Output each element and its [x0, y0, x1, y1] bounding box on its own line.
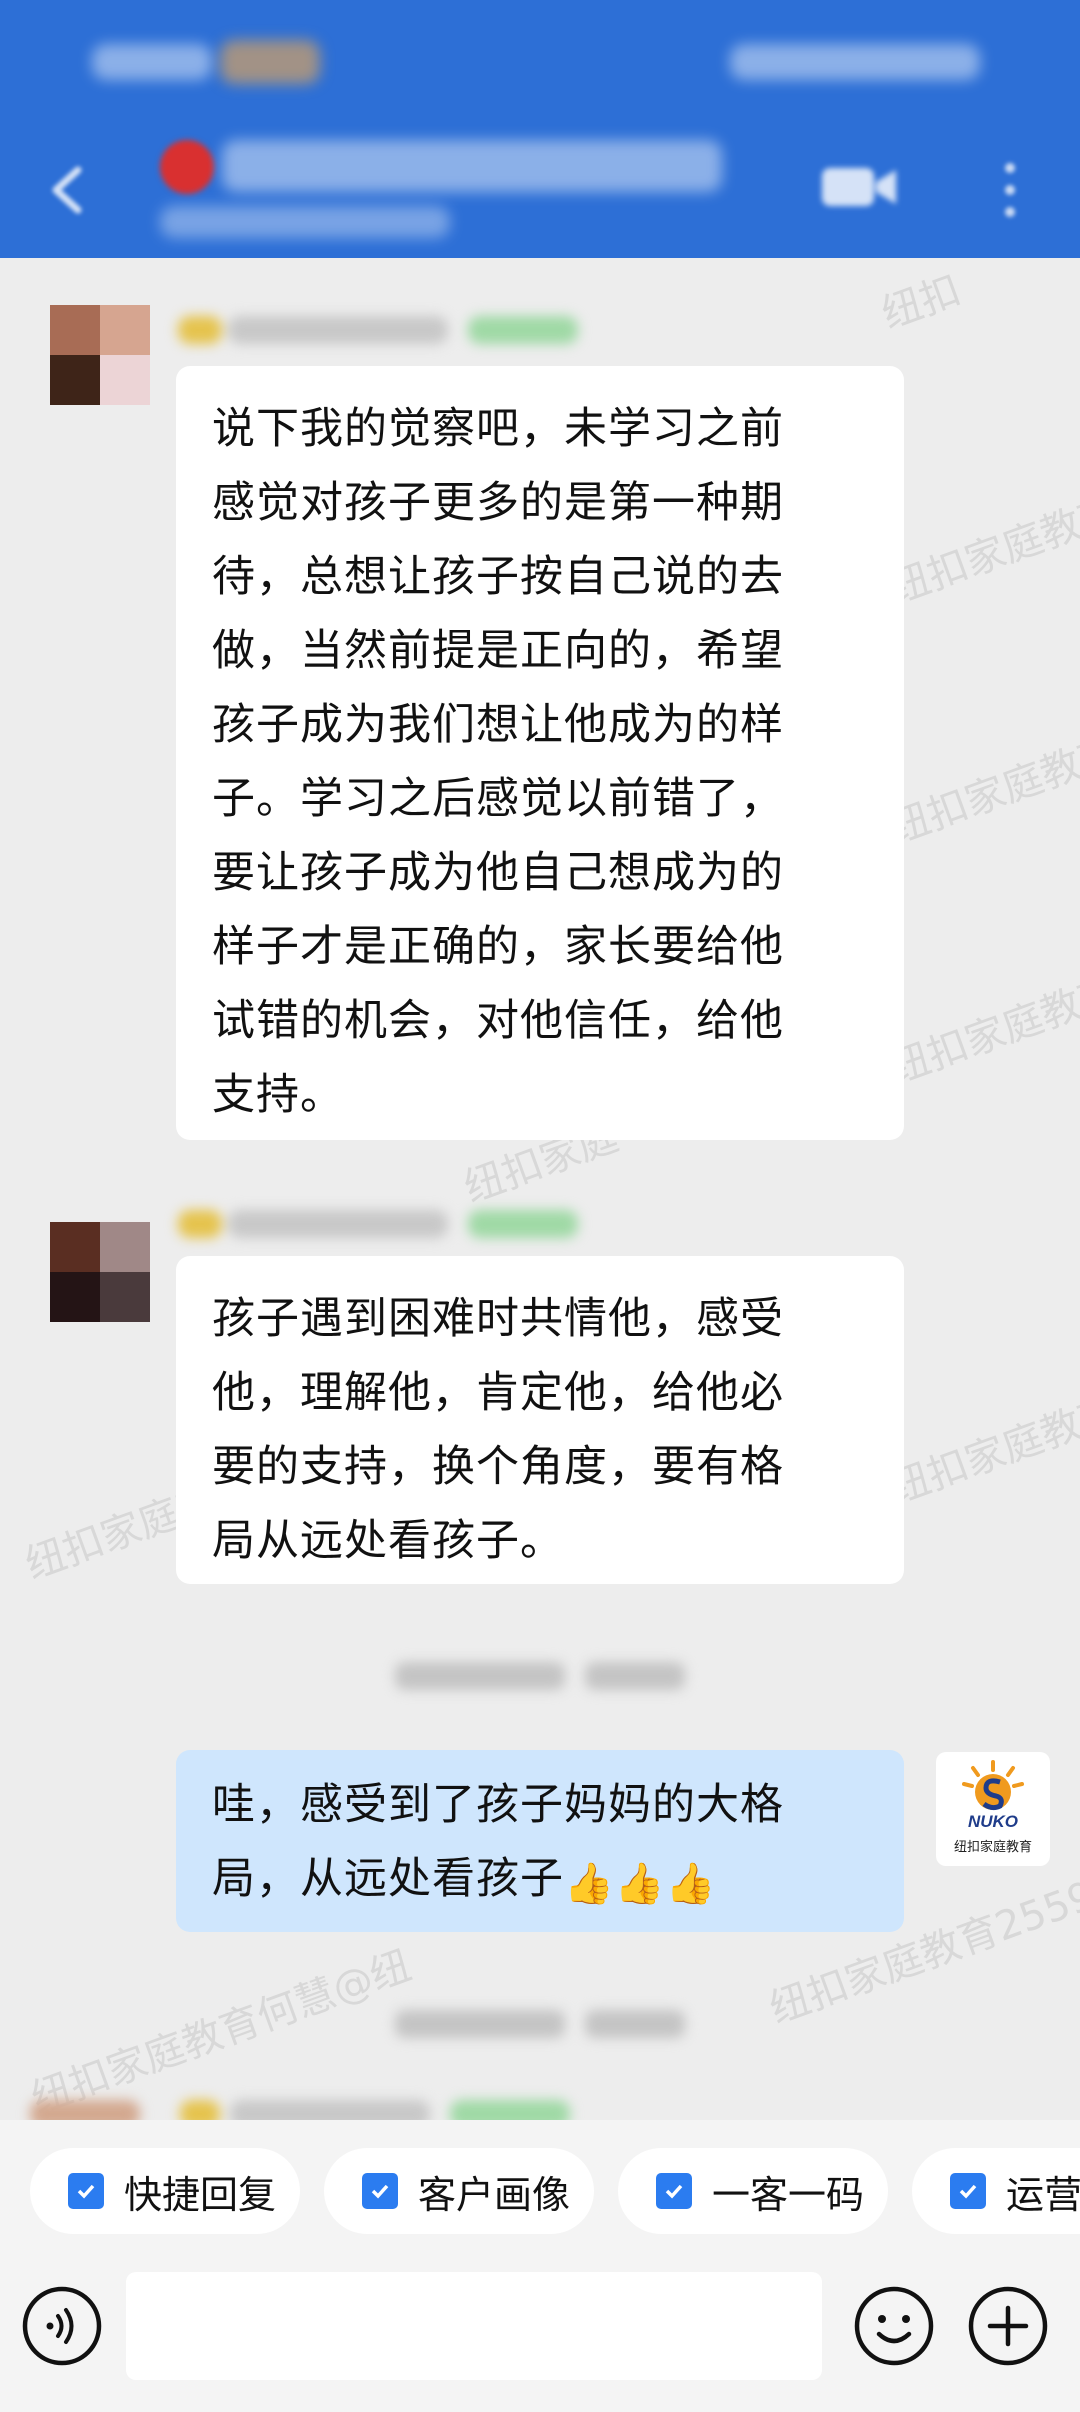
watermark: 纽扣家庭教育2559 — [883, 932, 1080, 1093]
contact-avatar[interactable] — [50, 305, 150, 405]
chip-label: 运营 — [1006, 2172, 1080, 2217]
message-line: 子。学习之后感觉以前错了， — [212, 774, 784, 824]
thumbs-up-emoji: 👍 — [614, 1861, 666, 1907]
chip-label: 快捷回复 — [124, 2172, 277, 2217]
contact-avatar[interactable] — [50, 1222, 150, 1322]
sender-name-blur — [178, 312, 578, 348]
sender-name-blur — [178, 1206, 578, 1242]
emoji-icon[interactable] — [852, 2284, 936, 2368]
timestamp-blur — [395, 2004, 685, 2044]
video-call-icon[interactable] — [820, 160, 900, 214]
watermark: 纽扣 — [875, 267, 967, 339]
chip-label: 客户画像 — [418, 2172, 571, 2217]
message-line: 孩子遇到困难时共情他，感受 — [212, 1294, 784, 1344]
checkbox-icon — [362, 2173, 398, 2209]
quick-reply-chip[interactable]: 快捷回复 — [30, 2148, 300, 2234]
sun-logo-icon — [962, 1760, 1024, 1811]
thumbs-up-emoji: 👍 — [665, 1861, 717, 1907]
message-line: 支持。 — [212, 1070, 344, 1120]
one-customer-code-chip[interactable]: 一客一码 — [618, 2148, 888, 2234]
chat-title-blur — [222, 140, 722, 192]
message-line: 试错的机会，对他信任，给他 — [212, 996, 784, 1046]
message-line: 他，理解他，肯定他，给他必 — [212, 1368, 784, 1418]
watermark: 纽扣家庭教育2559 — [883, 1352, 1080, 1513]
more-options-icon[interactable] — [990, 150, 1030, 230]
message-line: 感觉对孩子更多的是第一种期 — [212, 478, 784, 528]
chip-label: 一客一码 — [712, 2172, 865, 2217]
checkbox-icon — [656, 2173, 692, 2209]
brand-subtitle: 纽扣家庭教育 — [953, 1840, 1032, 1855]
status-icons-blur — [220, 40, 320, 84]
message-line: 局，从远处看孩子👍👍👍 — [212, 1854, 717, 1907]
add-attachment-icon[interactable] — [966, 2284, 1050, 2368]
status-time-blur — [92, 44, 212, 80]
chat-subtitle-blur — [160, 206, 450, 238]
message-line: 哇，感受到了孩子妈妈的大格 — [212, 1780, 784, 1830]
message-line: 样子才是正确的，家长要给他 — [212, 922, 784, 972]
watermark: 纽扣家庭教育2559 — [883, 452, 1080, 613]
back-arrow-icon[interactable] — [38, 160, 98, 220]
message-bubble[interactable]: 孩子遇到困难时共情他，感受 他，理解他，肯定他，给他必 要的支持，换个角度，要有… — [176, 1256, 904, 1584]
brand-name: NUKO — [967, 1812, 1019, 1831]
message-line: 说下我的觉察吧，未学习之前 — [212, 404, 784, 454]
status-bar — [0, 30, 1080, 100]
status-right-blur — [730, 44, 980, 80]
thumbs-up-emoji: 👍 — [564, 1861, 615, 1907]
message-line: 孩子成为我们想让他成为的样 — [212, 700, 784, 750]
message-line: 待，总想让孩子按自己说的去 — [212, 552, 784, 602]
watermark: 纽扣家庭教育2559 — [883, 692, 1080, 853]
message-bubble[interactable]: 说下我的觉察吧，未学习之前 感觉对孩子更多的是第一种期 待，总想让孩子按自己说的… — [176, 366, 904, 1140]
apple-emoji-icon — [160, 140, 214, 194]
chat-header — [0, 0, 1080, 258]
operations-chip[interactable]: 运营 — [912, 2148, 1080, 2234]
message-input[interactable] — [126, 2272, 822, 2380]
message-line: 做，当然前提是正向的，希望 — [212, 626, 784, 676]
self-avatar[interactable]: NUKO 纽扣家庭教育 — [936, 1752, 1050, 1866]
customer-profile-chip[interactable]: 客户画像 — [324, 2148, 594, 2234]
timestamp-blur — [395, 1656, 685, 1696]
message-line: 局从远处看孩子。 — [212, 1516, 564, 1566]
checkbox-icon — [950, 2173, 986, 2209]
checkbox-icon — [68, 2173, 104, 2209]
message-line: 要的支持，换个角度，要有格 — [212, 1442, 784, 1492]
message-line: 要让孩子成为他自己想成为的 — [212, 848, 784, 898]
self-message-bubble[interactable]: 哇，感受到了孩子妈妈的大格 局，从远处看孩子👍👍👍 — [176, 1750, 904, 1932]
voice-input-icon[interactable] — [20, 2284, 104, 2368]
